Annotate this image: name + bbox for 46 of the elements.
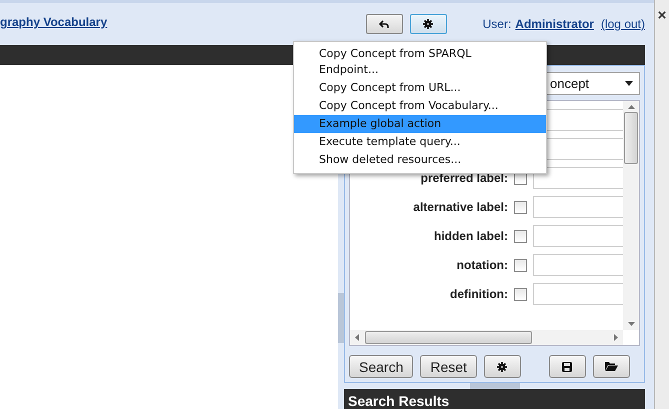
checkbox[interactable]	[514, 200, 527, 214]
results-header: Search Results	[344, 389, 645, 409]
search-panel-button[interactable]: Reset	[420, 355, 477, 378]
scroll-up-icon[interactable]	[628, 105, 634, 109]
field-label: hidden label:	[432, 229, 508, 243]
menu-item[interactable]: Example global action	[294, 115, 546, 133]
input-field[interactable]	[533, 283, 623, 305]
checkbox[interactable]	[514, 288, 527, 300]
folder-icon	[604, 362, 618, 371]
menu-item[interactable]: Show deleted resources...	[294, 151, 546, 169]
input-field[interactable]	[533, 167, 623, 189]
vertical-scrollbar[interactable]	[623, 101, 639, 330]
checkbox[interactable]	[514, 230, 527, 242]
user-label: User:	[482, 17, 512, 31]
user-link[interactable]: Administrator	[515, 17, 594, 31]
input-field[interactable]	[533, 196, 623, 218]
open-button[interactable]	[592, 355, 630, 378]
save-icon	[562, 362, 572, 372]
logout-link[interactable]: (log out)	[600, 17, 645, 31]
field-label: notation:	[456, 258, 508, 272]
undo-button[interactable]	[366, 14, 403, 34]
horizontal-scrollbar[interactable]	[350, 330, 623, 345]
dropdown-arrow-icon	[625, 81, 633, 86]
scroll-right-icon[interactable]	[614, 334, 618, 341]
gear-icon	[497, 362, 508, 372]
checkbox[interactable]	[514, 258, 527, 272]
field-label: definition:	[449, 287, 508, 301]
scroll-left-icon[interactable]	[355, 334, 359, 341]
settings-button[interactable]	[410, 14, 447, 34]
field-label: alternative label:	[412, 200, 508, 214]
field-label: preferred label:	[420, 171, 508, 185]
input-field[interactable]	[533, 254, 623, 276]
scrollbar-thumb[interactable]	[624, 112, 638, 164]
menu-item[interactable]: Copy Concept from Vocabulary...	[294, 97, 546, 115]
settings-button[interactable]	[484, 355, 521, 378]
close-icon[interactable]: ×	[658, 8, 666, 23]
undo-icon	[379, 20, 390, 28]
vocabulary-link[interactable]: graphy Vocabulary	[0, 15, 108, 29]
menu-item[interactable]: Execute template query...	[294, 133, 546, 151]
input-field[interactable]	[533, 225, 623, 247]
splitter-handle[interactable]	[470, 383, 520, 389]
scrollbar-thumb[interactable]	[365, 331, 532, 344]
save-button[interactable]	[548, 355, 586, 378]
gear-icon	[423, 19, 434, 29]
search-panel-button[interactable]: Search	[349, 355, 414, 378]
scroll-down-icon[interactable]	[628, 322, 634, 326]
